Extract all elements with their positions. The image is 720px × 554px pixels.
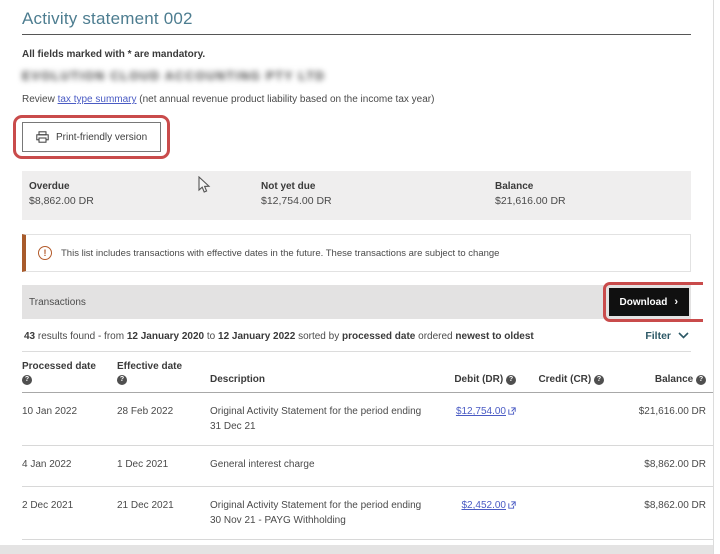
cell-processed-date: 10 Jan 2022	[22, 393, 117, 446]
business-name-redacted: EVOLUTION CLOUD ACCOUNTING PTY LTD	[22, 69, 325, 83]
column-label: Debit (DR)	[454, 374, 503, 385]
results-text: sorted by	[295, 331, 342, 342]
results-text: ordered	[415, 331, 455, 342]
mandatory-note: All fields marked with * are mandatory.	[22, 49, 691, 60]
cell-balance: $21,616.00 DR	[604, 393, 706, 446]
column-label: Credit (CR)	[538, 374, 591, 385]
cell-expand	[706, 446, 714, 487]
cell-expand	[706, 393, 714, 446]
cell-description: Original Activity Statement for the peri…	[210, 487, 428, 540]
table-row: 2 Dec 2021 21 Dec 2021 Original Activity…	[22, 487, 714, 540]
debit-amount-link[interactable]: $12,754.00	[456, 406, 516, 417]
cell-credit	[516, 393, 604, 446]
debit-amount: $2,452.00	[462, 500, 507, 511]
cell-effective-date: 21 Dec 2021	[117, 487, 210, 540]
table-row: 10 Jan 2022 28 Feb 2022 Original Activit…	[22, 393, 714, 446]
help-icon[interactable]: ?	[594, 375, 604, 385]
review-line: Review tax type summary (net annual reve…	[22, 94, 691, 105]
tax-type-summary-link[interactable]: tax type summary	[58, 94, 137, 105]
cell-effective-date: 1 Dec 2021	[117, 446, 210, 487]
summary-value: $12,754.00 DR	[261, 195, 493, 207]
help-icon[interactable]: ?	[117, 375, 127, 385]
chevron-down-icon	[678, 330, 689, 342]
printer-icon	[36, 131, 49, 143]
results-summary-row: 43 results found - from 12 January 2020 …	[22, 319, 691, 352]
transactions-section-header: Transactions Download ›	[22, 285, 691, 319]
cell-processed-date: 2 Dec 2021	[22, 487, 117, 540]
results-sort-field: processed date	[342, 331, 415, 342]
help-icon[interactable]: ?	[696, 375, 706, 385]
external-link-icon	[508, 501, 516, 509]
cell-balance: $8,862.00 DR	[604, 446, 706, 487]
account-summary-bar: Overdue $8,862.00 DR Not yet due $12,754…	[22, 171, 691, 220]
col-effective-date: Effective date ?	[117, 352, 210, 393]
summary-balance: Balance $21,616.00 DR	[495, 181, 566, 207]
cell-balance: $8,862.00 DR	[604, 487, 706, 540]
table-row: 4 Jan 2022 1 Dec 2021 General interest c…	[22, 446, 714, 487]
col-processed-date: Processed date ?	[22, 352, 117, 393]
debit-amount-link[interactable]: $2,452.00	[462, 500, 517, 511]
page-title: Activity statement 002	[22, 9, 691, 29]
filter-label: Filter	[645, 330, 671, 342]
title-divider	[22, 34, 691, 35]
cell-description: General interest charge	[210, 446, 428, 487]
next-section-divider	[0, 545, 713, 554]
col-description: Description	[210, 352, 428, 393]
summary-not-yet-due: Not yet due $12,754.00 DR	[261, 181, 493, 207]
results-text: to	[204, 331, 218, 342]
review-prefix: Review	[22, 94, 58, 105]
download-button[interactable]: Download ›	[609, 288, 689, 316]
transactions-table: Processed date ? Effective date ? Descri…	[22, 352, 714, 540]
transactions-title: Transactions	[29, 297, 86, 308]
cell-credit	[516, 487, 604, 540]
column-label: Processed date	[22, 361, 96, 372]
cell-credit	[516, 446, 604, 487]
activity-statement-page: Activity statement 002 All fields marked…	[0, 0, 714, 554]
debit-amount: $12,754.00	[456, 406, 506, 417]
external-link-icon	[508, 407, 516, 415]
col-debit: Debit (DR) ?	[428, 352, 516, 393]
summary-label: Not yet due	[261, 181, 493, 192]
cell-debit	[428, 446, 516, 487]
print-friendly-button[interactable]: Print-friendly version	[22, 122, 161, 152]
cell-processed-date: 4 Jan 2022	[22, 446, 117, 487]
help-icon[interactable]: ?	[22, 375, 32, 385]
download-annotation-box: Download ›	[603, 282, 703, 322]
cell-expand	[706, 487, 714, 540]
print-button-label: Print-friendly version	[56, 132, 147, 143]
summary-label: Balance	[495, 181, 566, 192]
summary-overdue: Overdue $8,862.00 DR	[29, 181, 261, 207]
results-date-from: 12 January 2020	[127, 331, 204, 342]
col-expand	[706, 352, 714, 393]
column-label: Description	[210, 374, 265, 385]
results-sort-order: newest to oldest	[455, 331, 533, 342]
cell-description: Original Activity Statement for the peri…	[210, 393, 428, 446]
warning-icon: !	[38, 246, 52, 260]
results-text: results found - from	[35, 331, 127, 342]
column-label: Balance	[655, 374, 693, 385]
future-transactions-notice: ! This list includes transactions with e…	[22, 234, 691, 272]
help-icon[interactable]: ?	[506, 375, 516, 385]
print-button-annotation-box: Print-friendly version	[13, 115, 170, 159]
results-summary-text: 43 results found - from 12 January 2020 …	[24, 331, 534, 342]
cell-effective-date: 28 Feb 2022	[117, 393, 210, 446]
filter-toggle[interactable]: Filter	[645, 330, 689, 342]
download-label: Download	[620, 297, 668, 308]
summary-label: Overdue	[29, 181, 261, 192]
cell-debit: $12,754.00	[428, 393, 516, 446]
col-balance: Balance ?	[604, 352, 706, 393]
results-count: 43	[24, 331, 35, 342]
table-header-row: Processed date ? Effective date ? Descri…	[22, 352, 714, 393]
review-suffix: (net annual revenue product liability ba…	[137, 94, 435, 105]
column-label: Effective date	[117, 361, 182, 372]
summary-value: $21,616.00 DR	[495, 195, 566, 207]
results-date-to: 12 January 2022	[218, 331, 295, 342]
col-credit: Credit (CR) ?	[516, 352, 604, 393]
summary-value: $8,862.00 DR	[29, 195, 261, 207]
cell-debit: $2,452.00	[428, 487, 516, 540]
chevron-right-icon: ›	[674, 296, 678, 308]
notice-text: This list includes transactions with eff…	[61, 248, 499, 259]
